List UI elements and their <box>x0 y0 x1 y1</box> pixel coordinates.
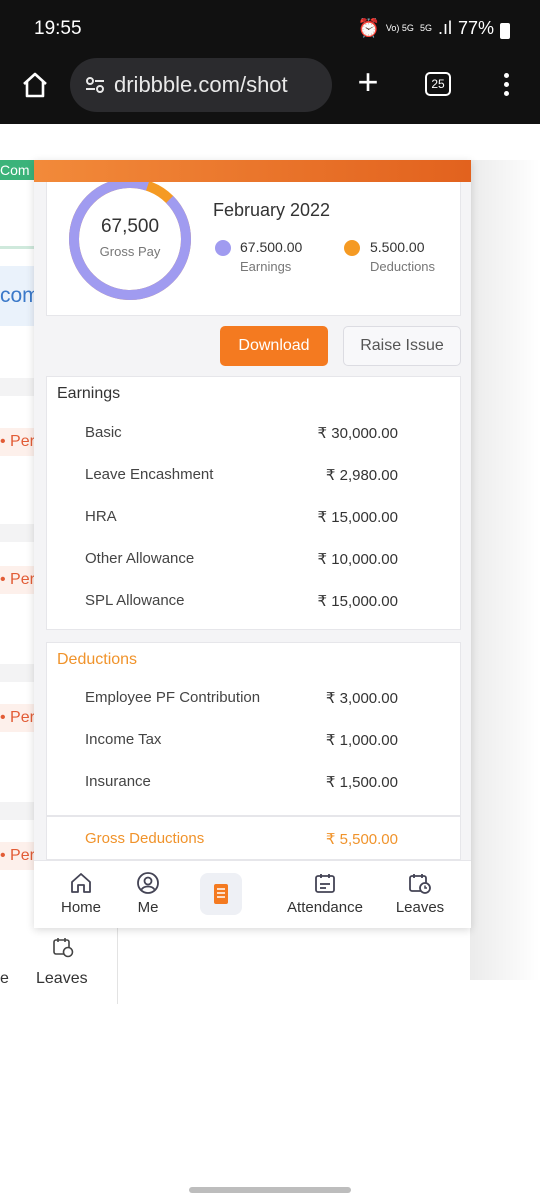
earnings-row-label: HRA <box>85 508 117 525</box>
calendar-icon <box>315 874 335 893</box>
deductions-total: 5.500.00 <box>370 239 425 255</box>
battery-percent: 77% <box>457 18 494 38</box>
bg-tag-green: Com <box>0 160 36 180</box>
nav-attendance-label: Attendance <box>287 899 363 916</box>
nav-me[interactable]: Me <box>128 871 168 916</box>
status-bar: 19:55 ⏰ Vo) 5G 5G .ıl 77% <box>0 0 540 58</box>
signal-icon: .ıl <box>437 18 452 38</box>
deductions-legend-dot <box>344 240 360 256</box>
earnings-row-value: ₹ 10,000.00 <box>317 551 398 568</box>
earnings-row-label: SPL Allowance <box>85 592 185 609</box>
gross-pay-donut <box>69 182 191 300</box>
home-icon <box>71 873 91 893</box>
nav-leaves[interactable]: Leaves <box>390 871 450 916</box>
earnings-total: 67.500.00 <box>240 239 303 255</box>
earnings-title: Earnings <box>57 385 121 402</box>
payslip-icon <box>214 884 228 904</box>
deductions-title: Deductions <box>57 651 138 668</box>
gross-pay-value: 67,500 <box>100 216 160 237</box>
home-icon[interactable] <box>20 70 50 100</box>
deductions-section: Deductions Employee PF Contribution ₹ 3,… <box>46 642 461 816</box>
earnings-row-value: ₹ 2,980.00 <box>325 467 398 484</box>
status-time: 19:55 <box>34 18 82 39</box>
nav-me-label: Me <box>137 899 159 916</box>
deductions-row-value: ₹ 1,000.00 <box>325 732 398 749</box>
volte-icon: Vo) 5G <box>385 23 414 33</box>
deductions-row-label: Employee PF Contribution <box>85 689 261 706</box>
deductions-row-label: Insurance <box>85 773 151 790</box>
raise-issue-button[interactable]: Raise Issue <box>343 326 461 366</box>
nav-payslip[interactable] <box>200 873 242 915</box>
gross-deductions-label: Gross Deductions <box>85 830 205 847</box>
earnings-row-label: Leave Encashment <box>85 466 214 483</box>
profile-icon <box>137 872 159 894</box>
donut-earnings-arc <box>69 182 191 300</box>
bg-leaves-label: Leaves <box>36 970 88 987</box>
bg-leaves-nav[interactable]: Leaves <box>0 924 118 1004</box>
earnings-row-value: ₹ 15,000.00 <box>317 593 398 610</box>
earnings-legend-dot <box>215 240 231 256</box>
network-type: 5G <box>419 23 432 33</box>
earnings-legend-label: Earnings <box>240 259 292 274</box>
earnings-row-value: ₹ 15,000.00 <box>317 509 398 526</box>
bg-nav-fragment: e <box>0 970 9 987</box>
earnings-row-label: Other Allowance <box>85 550 195 567</box>
site-settings-icon[interactable] <box>84 74 106 96</box>
url-text: dribbble.com/shot <box>114 72 288 97</box>
calendar-clock-icon <box>53 938 74 958</box>
browser-toolbar: dribbble.com/shot + 25 <box>0 58 540 124</box>
status-indicators: ⏰ Vo) 5G 5G .ıl 77% <box>357 18 510 39</box>
new-tab-button[interactable]: + <box>350 64 386 100</box>
pay-month: February 2022 <box>213 200 331 220</box>
gesture-handle <box>189 1187 351 1193</box>
nav-home[interactable]: Home <box>56 871 106 916</box>
gross-deductions-row: Gross Deductions ₹ 5,500.00 <box>46 816 461 860</box>
address-bar[interactable]: dribbble.com/shot <box>70 58 332 112</box>
deductions-row-value: ₹ 1,500.00 <box>325 774 398 791</box>
earnings-row-value: ₹ 30,000.00 <box>317 425 398 442</box>
tab-switcher-button[interactable]: 25 <box>425 72 451 96</box>
gross-deductions-value: ₹ 5,500.00 <box>325 831 398 848</box>
nav-home-label: Home <box>60 899 101 916</box>
earnings-row-label: Basic <box>85 424 122 441</box>
pay-summary: 67,500 Gross Pay February 2022 67.500.00… <box>46 182 461 316</box>
deductions-legend-label: Deductions <box>370 259 436 274</box>
download-button[interactable]: Download <box>220 326 328 366</box>
bottom-navigation: Home Me Attendance Leaves <box>34 860 471 928</box>
earnings-section: Earnings Basic ₹ 30,000.00 Leave Encashm… <box>46 376 461 630</box>
alarm-icon: ⏰ <box>357 18 380 38</box>
nav-attendance[interactable]: Attendance <box>282 871 368 916</box>
card-shadow <box>470 160 540 980</box>
gross-pay-label: Gross Pay <box>99 244 161 259</box>
deductions-row-value: ₹ 3,000.00 <box>325 690 398 707</box>
payslip-card: 67,500 Gross Pay February 2022 67.500.00… <box>34 160 471 928</box>
app-header-bar <box>34 160 471 182</box>
browser-menu-icon[interactable] <box>498 70 514 100</box>
nav-leaves-label: Leaves <box>395 899 445 916</box>
battery-icon <box>500 22 510 39</box>
calendar-clock-icon <box>409 874 431 894</box>
deductions-row-label: Income Tax <box>85 731 162 748</box>
